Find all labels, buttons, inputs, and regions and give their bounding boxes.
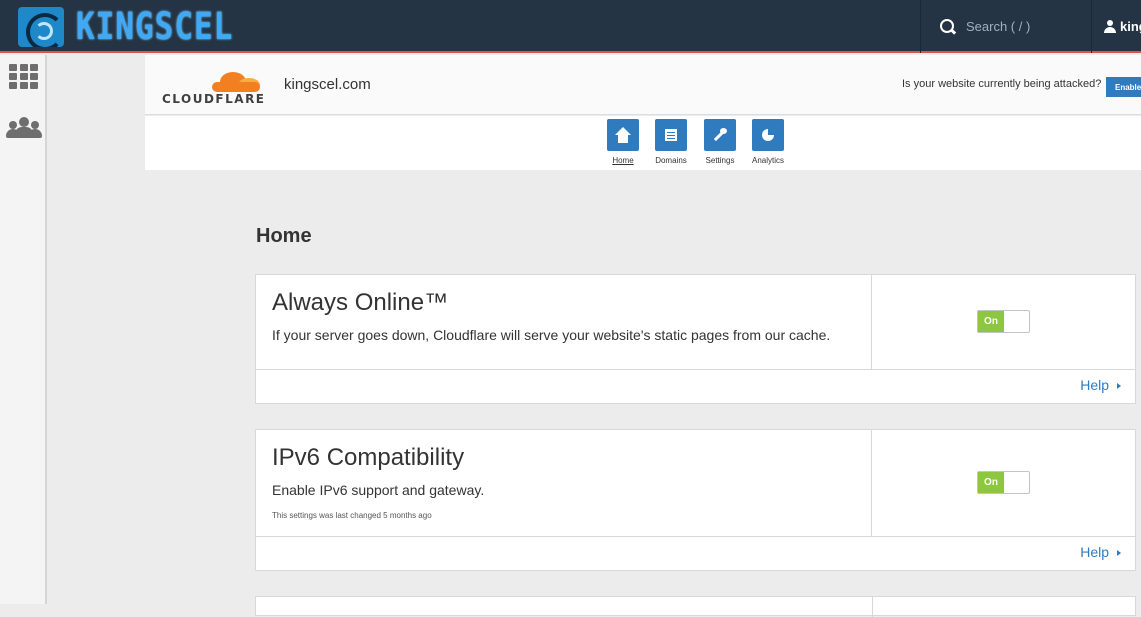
nav-analytics-label: Analytics — [751, 156, 784, 165]
analytics-icon — [762, 129, 774, 141]
nav-settings-tile — [704, 119, 736, 151]
nav-settings-label: Settings — [705, 156, 735, 165]
card-footer: Help — [256, 369, 1135, 403]
cloudflare-logo: CLOUDFLARE — [162, 67, 266, 107]
caret-right-icon — [1117, 383, 1121, 390]
left-rail — [0, 55, 47, 604]
attack-question: Is your website currently being attacked… — [902, 78, 1102, 90]
toggle-on-label: On — [978, 311, 1004, 332]
cloudflare-nav: Home Domains Settings Analytics — [145, 116, 1141, 170]
domains-icon — [665, 129, 677, 141]
nav-domains[interactable]: Domains — [651, 119, 691, 165]
help-link[interactable]: Help — [1080, 377, 1121, 393]
user-name: king — [1120, 19, 1141, 34]
search-box[interactable] — [920, 0, 1092, 53]
users-group-icon[interactable] — [6, 115, 42, 139]
cloudflare-wordmark: CLOUDFLARE — [162, 92, 266, 106]
page-title: Home — [256, 225, 312, 247]
search-input[interactable] — [966, 19, 1086, 34]
logo-icon — [18, 7, 64, 47]
card-description: If your server goes down, Cloudflare wil… — [272, 327, 831, 343]
ipv6-toggle[interactable]: On — [977, 471, 1030, 494]
nav-analytics[interactable]: Analytics — [748, 119, 788, 165]
card-description: Enable IPv6 support and gateway. — [272, 482, 485, 498]
card-divider — [872, 597, 873, 617]
user-icon — [1104, 20, 1116, 33]
card-footer: Help — [256, 536, 1135, 570]
search-icon — [940, 18, 956, 35]
apps-grid-icon[interactable] — [9, 64, 38, 90]
card-title: Always Online™ — [272, 289, 449, 316]
toggle-on-label: On — [978, 472, 1004, 493]
top-navbar: KINGSCEL king — [0, 0, 1141, 53]
enable-under-attack-button[interactable]: Enable — [1106, 77, 1141, 97]
nav-home-label: Home — [612, 156, 634, 165]
card-title: IPv6 Compatibility — [272, 444, 465, 471]
last-changed-note: This settings was last changed 5 months … — [272, 511, 432, 520]
nav-home[interactable]: Home — [603, 119, 643, 165]
nav-home-tile — [607, 119, 639, 151]
nav-analytics-tile — [752, 119, 784, 151]
caret-right-icon — [1117, 550, 1121, 557]
cloudflare-header: CLOUDFLARE kingscel.com Is your website … — [145, 55, 1141, 115]
help-link[interactable]: Help — [1080, 544, 1121, 560]
kingscel-logo[interactable]: KINGSCEL — [18, 5, 234, 49]
always-online-toggle[interactable]: On — [977, 310, 1030, 333]
card-body: Always Online™ If your server goes down,… — [256, 275, 872, 370]
user-menu[interactable]: king — [1104, 19, 1141, 34]
ipv6-compatibility-card: IPv6 Compatibility Enable IPv6 support a… — [255, 429, 1136, 571]
domain-name: kingscel.com — [284, 76, 371, 93]
help-label: Help — [1080, 544, 1109, 560]
cloud-icon — [212, 69, 264, 92]
home-icon — [614, 127, 632, 143]
card-body: IPv6 Compatibility Enable IPv6 support a… — [256, 430, 872, 537]
nav-settings[interactable]: Settings — [700, 119, 740, 165]
logo-text: KINGSCEL — [76, 5, 234, 49]
always-online-card: Always Online™ If your server goes down,… — [255, 274, 1136, 404]
settings-icon — [713, 128, 727, 142]
next-setting-card — [255, 596, 1136, 617]
nav-domains-tile — [655, 119, 687, 151]
nav-domains-label: Domains — [655, 156, 687, 165]
help-label: Help — [1080, 377, 1109, 393]
